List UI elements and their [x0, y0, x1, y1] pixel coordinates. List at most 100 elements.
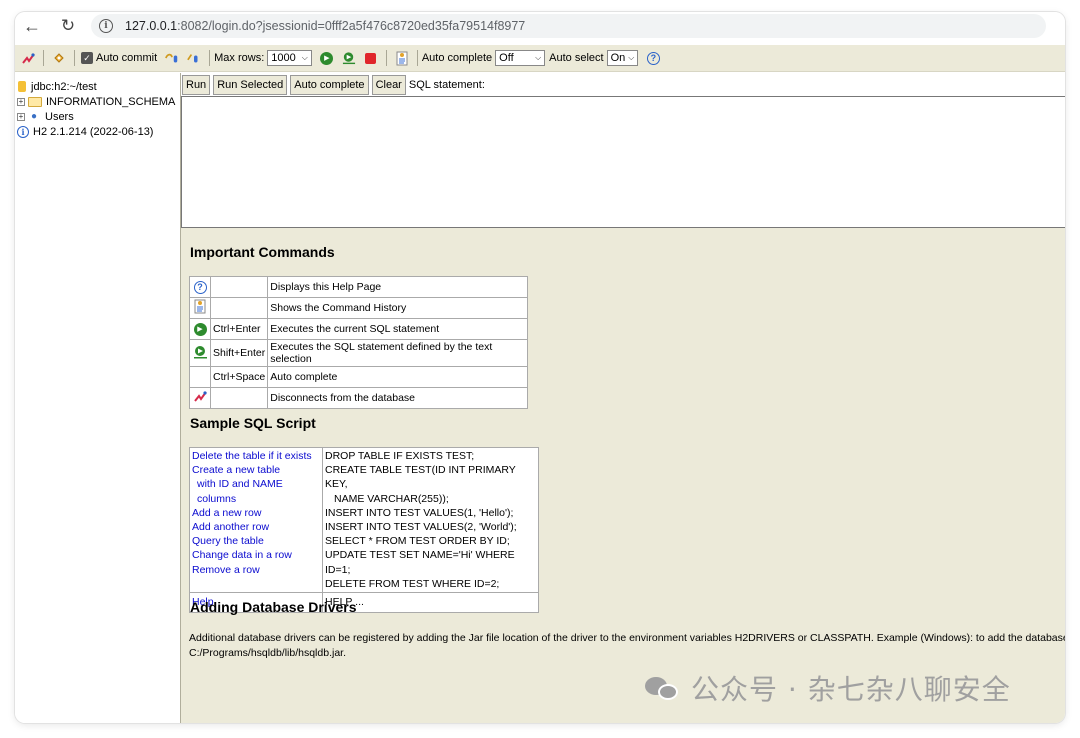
chevron-down-icon: ⌵ — [628, 53, 635, 62]
cell: Disconnects from the database — [267, 387, 528, 409]
clear-button[interactable]: Clear — [371, 74, 406, 95]
history-icon — [194, 299, 206, 314]
reload-button[interactable]: ↻ — [57, 15, 79, 37]
max-rows-select[interactable]: 1000 ⌵ — [267, 50, 312, 66]
sql-statement-label: SQL statement: — [408, 78, 485, 91]
tree-version: i H2 2.1.214 (2022-06-13) — [15, 124, 180, 139]
run-selected-button[interactable]: Run Selected — [213, 74, 288, 95]
site-info-icon[interactable]: i — [99, 19, 113, 33]
cell: Executes the current SQL statement — [267, 318, 528, 340]
sample-link-create-cont[interactable]: with ID and NAME columns — [192, 477, 320, 505]
table-row: ? Displays this Help Page — [189, 276, 528, 298]
chevron-down-icon: ⌵ — [301, 53, 308, 62]
address-bar: ← ↻ i 127.0.0.1:8082/login.do?jsessionid… — [15, 12, 1065, 40]
cell: Ctrl+Space — [209, 366, 269, 388]
cell: ▶ — [189, 318, 211, 340]
sample-link-delete[interactable]: Remove a row — [192, 563, 320, 577]
tree-schema[interactable]: + INFORMATION_SCHEMA — [15, 94, 180, 109]
cell — [209, 276, 269, 298]
cell — [189, 339, 211, 367]
toolbar-separator — [43, 50, 44, 66]
table-row: Disconnects from the database — [189, 387, 528, 409]
object-tree: jdbc:h2:~/test + INFORMATION_SCHEMA + ● … — [15, 73, 180, 723]
sample-link-drop[interactable]: Delete the table if it exists — [192, 449, 320, 463]
sample-link-update[interactable]: Change data in a row — [192, 548, 320, 562]
run-icon: ▶ — [193, 322, 207, 336]
tree-connection-label: jdbc:h2:~/test — [31, 80, 97, 93]
sql-line: INSERT INTO TEST VALUES(1, 'Hello'); — [325, 506, 514, 519]
sample-link-query[interactable]: Query the table — [192, 534, 320, 548]
sql-line: INSERT INTO TEST VALUES(2, 'World'); — [325, 521, 517, 534]
toolbar-separator — [416, 50, 418, 66]
commands-table: ? Displays this Help Page Shows the Comm… — [189, 276, 528, 409]
back-button[interactable]: ← — [21, 15, 43, 37]
cell — [189, 387, 211, 409]
expand-icon[interactable]: + — [17, 112, 25, 121]
run-selected-icon — [193, 345, 207, 358]
sql-line: CREATE TABLE TEST(ID INT PRIMARY KEY, — [325, 464, 516, 491]
watermark: 公众号 · 杂七杂八聊安全 — [645, 668, 1011, 708]
auto-complete-value: Off — [499, 52, 514, 64]
sample-sql-table: Delete the table if it exists Create a n… — [189, 446, 539, 614]
sample-sql-heading: Sample SQL Script — [190, 415, 316, 431]
cell: ? — [189, 276, 211, 298]
commit-icon[interactable] — [187, 51, 201, 65]
table-row: Delete the table if it exists Create a n… — [189, 446, 539, 594]
important-commands-heading: Important Commands — [190, 244, 335, 260]
watermark-text: 公众号 · 杂七杂八聊安全 — [691, 673, 1011, 706]
auto-commit-checkbox[interactable]: ✓ — [81, 52, 93, 64]
drivers-heading: Adding Database Drivers — [190, 599, 357, 615]
run-icon[interactable]: ▶ — [320, 51, 334, 65]
sample-link-insert-2[interactable]: Add another row — [192, 520, 320, 534]
browser-window: ← ↻ i 127.0.0.1:8082/login.do?jsessionid… — [15, 12, 1065, 723]
url-path: :8082/login.do?jsessionid=0fff2a5f476c87… — [177, 19, 526, 33]
url-field[interactable]: i 127.0.0.1:8082/login.do?jsessionid=0ff… — [91, 14, 1046, 38]
folder-icon — [28, 96, 42, 107]
auto-complete-select[interactable]: Off ⌵ — [495, 50, 546, 66]
auto-commit-label: Auto commit — [96, 52, 158, 64]
auto-complete-label: Auto complete — [421, 52, 493, 64]
cell: Shows the Command History — [267, 297, 528, 319]
run-selected-icon[interactable] — [342, 51, 356, 65]
auto-select-select[interactable]: On ⌵ — [606, 50, 639, 66]
disconnect-icon — [193, 391, 207, 402]
expand-icon[interactable]: + — [17, 97, 25, 106]
sql-line: UPDATE TEST SET NAME='Hi' WHERE ID=1; — [325, 549, 515, 576]
sql-line: DROP TABLE IF EXISTS TEST; — [325, 450, 475, 462]
sample-link-create[interactable]: Create a new table — [192, 463, 320, 477]
table-row: ▶ Ctrl+Enter Executes the current SQL st… — [189, 318, 528, 340]
table-row: Ctrl+Space Auto complete — [189, 366, 528, 388]
drivers-line: C:/Programs/hsqldb/lib/hsqldb.jar. — [189, 646, 346, 659]
users-icon: ● — [30, 111, 38, 122]
sql-line: NAME VARCHAR(255)); — [334, 492, 449, 505]
tree-schema-label: INFORMATION_SCHEMA — [46, 95, 176, 108]
sql-line: SELECT * FROM TEST ORDER BY ID; — [325, 535, 510, 548]
sql-editor[interactable] — [181, 96, 1065, 228]
tree-users[interactable]: + ● Users — [15, 109, 180, 124]
refresh-icon[interactable] — [52, 51, 66, 65]
rollback-icon[interactable] — [165, 51, 179, 65]
stop-icon[interactable] — [364, 51, 378, 65]
chevron-down-icon: ⌵ — [535, 53, 542, 62]
database-icon — [18, 81, 26, 92]
sql-button-bar: Run Run Selected Auto complete Clear SQL… — [181, 73, 1065, 96]
history-icon[interactable] — [395, 51, 409, 65]
cell: Shift+Enter — [209, 339, 269, 367]
auto-select-value: On — [610, 52, 626, 64]
toolbar-separator — [385, 50, 387, 66]
help-icon[interactable]: ? — [646, 51, 660, 65]
wechat-icon — [645, 675, 679, 701]
sample-sql-cell: DROP TABLE IF EXISTS TEST; CREATE TABLE … — [322, 446, 539, 594]
disconnect-icon[interactable] — [21, 51, 35, 65]
auto-select-label: Auto select — [549, 52, 604, 64]
run-button[interactable]: Run — [182, 74, 211, 95]
tree-connection[interactable]: jdbc:h2:~/test — [15, 79, 180, 94]
cell: Executes the SQL statement defined by th… — [267, 339, 528, 367]
auto-complete-button[interactable]: Auto complete — [290, 74, 369, 95]
table-row: Shows the Command History — [189, 297, 528, 319]
h2-toolbar: ✓ Auto commit Max rows: 1000 ⌵ ▶ Auto com… — [15, 45, 1065, 72]
url-host: 127.0.0.1 — [125, 19, 178, 33]
cell: Ctrl+Enter — [209, 318, 269, 340]
sample-link-insert-1[interactable]: Add a new row — [192, 506, 320, 520]
main-panel: Run Run Selected Auto complete Clear SQL… — [180, 73, 1065, 723]
